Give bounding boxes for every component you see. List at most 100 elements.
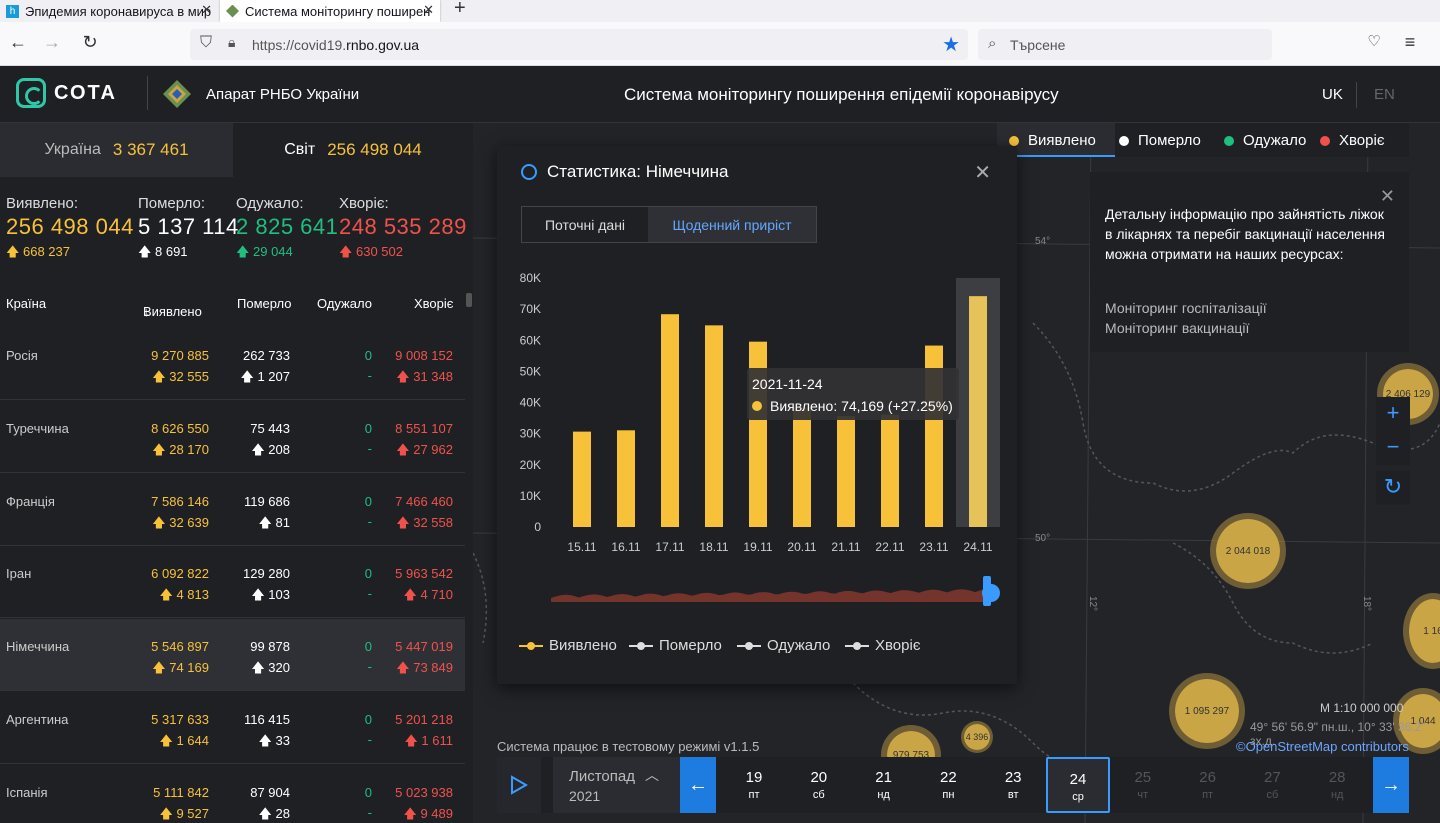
- play-button[interactable]: [497, 757, 541, 813]
- range-handle-knob-icon[interactable]: [982, 584, 1000, 602]
- bar-15.11[interactable]: [573, 431, 591, 527]
- table-row[interactable]: Туреччина 8 626 550 🡅 28 170 75 443 🡅 208 0 - 8…: [0, 401, 465, 473]
- next-day-button[interactable]: →: [1373, 757, 1409, 813]
- legend-sick[interactable]: Хворіє: [1320, 132, 1384, 149]
- total-recovered-delta: 29 044: [253, 244, 293, 259]
- rnbo-org[interactable]: Апарат РНБО України: [162, 79, 359, 109]
- chart-legend-sick[interactable]: Хворіє: [845, 637, 920, 654]
- vaccination-link[interactable]: Моніторинг вакцинації: [1105, 318, 1249, 338]
- tooltip-dot-icon: [752, 401, 762, 411]
- chart-range-slider[interactable]: [551, 574, 1011, 614]
- map-cluster[interactable]: 2 044 018: [1210, 513, 1286, 589]
- col-country[interactable]: Країна: [6, 296, 46, 311]
- tab-world-label: Світ: [284, 141, 316, 158]
- total-deaths-value: 5 137 114: [138, 214, 239, 239]
- chart-legend-deaths[interactable]: Померло: [629, 637, 722, 654]
- tab-world[interactable]: Світ 256 498 044: [233, 123, 473, 177]
- legend-confirmed[interactable]: Виявлено: [1009, 132, 1096, 149]
- cell-sick-wrap: 5 201 218: [395, 712, 453, 727]
- month-selector[interactable]: Листопад 2021 ︿: [553, 757, 681, 813]
- map-cluster[interactable]: 4 396: [961, 721, 993, 753]
- lang-uk-button[interactable]: UK: [1322, 86, 1343, 103]
- hospitalization-link[interactable]: Моніторинг госпіталізації: [1105, 298, 1267, 318]
- day-28[interactable]: 28 нд: [1305, 757, 1369, 813]
- pocket-icon[interactable]: ♡: [1362, 32, 1386, 50]
- osm-attribution[interactable]: ©OpenStreetMap contributors: [1236, 739, 1409, 754]
- day-number: 25: [1134, 769, 1152, 786]
- legend-recovered[interactable]: Одужало: [1224, 132, 1306, 149]
- arrow-up-icon: 🡅: [240, 369, 258, 384]
- map-cluster[interactable]: 1 095 297: [1169, 673, 1245, 749]
- arrow-left-icon: ←: [688, 773, 708, 796]
- day-19[interactable]: 19 пт: [722, 757, 786, 813]
- chart-legend-confirmed[interactable]: Виявлено: [519, 637, 617, 654]
- bar-18.11[interactable]: [705, 325, 723, 527]
- day-number: 27: [1264, 769, 1281, 786]
- chart-legend-recovered[interactable]: Одужало: [737, 637, 830, 654]
- minus-icon: −: [1386, 434, 1400, 459]
- lon-label: 12°: [1087, 595, 1099, 612]
- bar-22.11[interactable]: [881, 414, 899, 527]
- menu-icon[interactable]: ≡: [1398, 32, 1422, 53]
- close-icon[interactable]: ✕: [1380, 186, 1395, 206]
- day-27[interactable]: 27 сб: [1240, 757, 1304, 813]
- cell-confirmed-d-wrap: 🡅 1 644: [159, 732, 209, 754]
- sota-logo[interactable]: СОТА: [16, 78, 117, 108]
- reload-icon[interactable]: ↻: [78, 32, 102, 53]
- day-22[interactable]: 22 пн: [916, 757, 980, 813]
- stats-modal: Статистика: Німеччина ✕ Поточні дані Щод…: [497, 146, 1017, 684]
- day-26[interactable]: 26 пт: [1176, 757, 1240, 813]
- bar-21.11[interactable]: [837, 416, 855, 527]
- col-sick[interactable]: Хворіє: [414, 296, 453, 311]
- col-deaths[interactable]: Померло: [237, 296, 292, 311]
- day-21[interactable]: 21 нд: [852, 757, 916, 813]
- close-tab-icon[interactable]: ✕: [201, 2, 212, 18]
- reset-view-button[interactable]: ↻: [1376, 471, 1410, 505]
- browser-tab-1[interactable]: h Эпидемия коронавируса в мир ✕: [0, 0, 218, 22]
- prev-day-button[interactable]: ←: [680, 757, 716, 813]
- cell-recovered-wrap: 0: [365, 639, 372, 654]
- table-row[interactable]: Франція 7 586 146 🡅 32 639 119 686 🡅 81 0 - 7 4…: [0, 474, 465, 546]
- lang-en-button[interactable]: EN: [1374, 86, 1395, 103]
- total-confirmed-value: 256 498 044: [6, 214, 134, 239]
- close-tab-icon[interactable]: ✕: [423, 2, 434, 18]
- table-row[interactable]: Іспанія 5 111 842 🡅 9 527 87 904 🡅 28 0 - 5 023…: [0, 765, 465, 823]
- bar-17.11[interactable]: [661, 314, 679, 527]
- bar-16.11[interactable]: [617, 430, 635, 527]
- table-row[interactable]: Росія 9 270 885 🡅 32 555 262 733 🡅 1 207 0 - 9 …: [0, 328, 465, 400]
- region-tabs: Україна 3 367 461 Світ 256 498 044: [0, 123, 473, 177]
- day-23[interactable]: 23 вт: [981, 757, 1045, 813]
- search-input[interactable]: ⌕ Търсене: [978, 29, 1272, 60]
- plus-icon: +: [1386, 400, 1400, 425]
- forward-arrow-icon[interactable]: →: [40, 32, 64, 53]
- browser-tabbar: h Эпидемия коронавируса в мир ✕ Система …: [0, 0, 1440, 22]
- sort-down-icon: ↓: [143, 304, 150, 319]
- zoom-out-button[interactable]: −: [1376, 431, 1410, 465]
- cell-recovered-wrap: 0: [365, 421, 372, 436]
- table-row[interactable]: Німеччина 5 546 897 🡅 74 169 99 878 🡅 320 0 - 5…: [0, 619, 465, 692]
- bar-20.11[interactable]: [793, 407, 811, 527]
- table-row[interactable]: Аргентина 5 317 633 🡅 1 644 116 415 🡅 33 0 - 5 …: [0, 692, 465, 764]
- address-bar[interactable]: ⛉ 🔒︎ https://covid19.rnbo.gov.ua ★: [190, 29, 968, 60]
- table-row[interactable]: Іран 6 092 822 🡅 4 813 129 280 🡅 103 0 - 5 963 …: [0, 546, 465, 619]
- browser-tab-2[interactable]: Система моніторингу поширен ✕: [220, 0, 440, 22]
- back-arrow-icon[interactable]: ←: [6, 32, 30, 53]
- cell-sick-d-wrap: 🡅 1 611: [404, 732, 453, 754]
- zoom-in-button[interactable]: +: [1376, 397, 1410, 431]
- table-scrollbar[interactable]: [465, 293, 473, 823]
- legend-deaths[interactable]: Померло: [1119, 132, 1201, 149]
- tab-ukraine[interactable]: Україна 3 367 461: [0, 123, 233, 177]
- day-25[interactable]: 25 чт: [1111, 757, 1175, 813]
- search-placeholder: Търсене: [1010, 37, 1066, 53]
- col-recovered[interactable]: Одужало: [317, 296, 372, 311]
- new-tab-icon[interactable]: +: [454, 0, 466, 20]
- cell-recovered: 0: [364, 493, 372, 509]
- day-20[interactable]: 20 сб: [787, 757, 851, 813]
- cell-recovered-d-wrap: -: [368, 732, 372, 747]
- bar-24.11[interactable]: [969, 296, 987, 527]
- day-24[interactable]: 24 ср: [1046, 757, 1110, 813]
- world-totals: Виявлено: 256 498 044 🡅 668 237 Померло:…: [0, 185, 473, 265]
- bookmark-star-icon[interactable]: ★: [942, 32, 960, 57]
- cell-sick-d: 27 962: [413, 441, 453, 457]
- weekday-label: пт: [1202, 789, 1214, 801]
